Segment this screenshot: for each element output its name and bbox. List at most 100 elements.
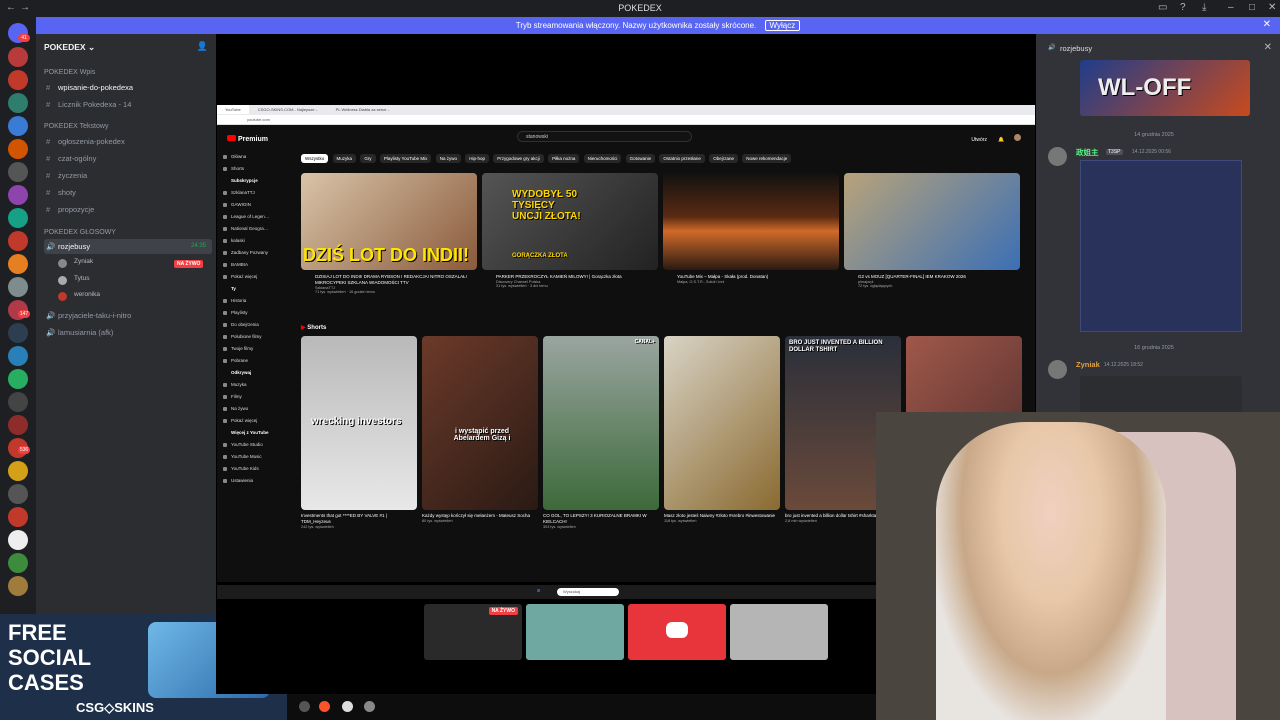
nav-sub-item[interactable]: kalaski [221,235,291,247]
video-card[interactable]: YouTube Mix – Małpa - Skała (prod. Donat… [663,173,839,284]
server-icon[interactable] [8,553,28,573]
voice-channel-item[interactable]: 🔊 przyjaciele-taku-i-nitro [44,308,212,323]
server-icon[interactable] [8,254,28,274]
youtube-logo[interactable]: Premium [227,135,268,143]
disable-streamer-mode-button[interactable]: Wyłącz [764,20,801,31]
close-window-icon[interactable]: ✕ [1268,2,1276,13]
video-card[interactable]: DZIŚ LOT DO INDII! DZISIAJ LOT DO INDII!… [301,173,477,294]
stream-tile[interactable] [526,604,624,660]
stream-tile[interactable]: NA ŻYWO [424,604,522,660]
server-icon[interactable] [8,116,28,136]
channel-item[interactable]: # życzenia [44,168,212,183]
voice-user[interactable]: Zyniak [58,258,93,268]
video-card[interactable]: WYDOBYŁ 50 TYSIĘCY UNCJI ZŁOTA! GORĄCZKA… [482,173,658,288]
voice-user[interactable]: weronika [58,291,100,301]
voice-channel-item[interactable]: 🔊 lamusiarnia (afk) [44,325,212,340]
video-channel[interactable]: Małpa, O.S.T.R., Sokół i inni [663,280,839,284]
server-icon[interactable] [8,323,28,343]
chip[interactable]: Przygodowe gry akcji [493,154,544,163]
stream-tile[interactable] [628,604,726,660]
short-thumbnail[interactable] [664,336,780,510]
nav-more-item[interactable]: YouTube Kids [221,463,291,475]
server-icon[interactable] [8,484,28,504]
download-icon[interactable]: ⤓ [1202,2,1206,13]
nav-sub-item[interactable]: GAWIGIN [221,199,291,211]
chip[interactable]: Muzyka [332,154,357,163]
browser-tab[interactable]: PL Wellness Diabła za serce… [328,105,399,114]
short-title[interactable]: CO GOL, TO LEPSZY! 3 KURIOZALNE BRAMKI W… [543,513,659,525]
nav-section-label[interactable]: Ty [221,283,291,295]
nav-sub-item[interactable]: National Geogra… [221,223,291,235]
windows-start-icon[interactable]: ⊞ [537,588,540,593]
nav-more-item[interactable]: YouTube Music [221,451,291,463]
voice-channel-item[interactable]: 🔊 rozjebusy 24:35 [44,239,212,254]
channel-item[interactable]: # wpisanie-do-pokedexa [44,80,212,95]
chip[interactable]: Nieruchomości [583,154,622,163]
app-icon[interactable] [299,701,310,712]
nav-more-item[interactable]: YouTube Studio [221,439,291,451]
nav-settings[interactable]: Ustawienia [221,475,291,487]
browser-tab[interactable]: YouTube [217,105,249,114]
nav-section-label[interactable]: Więcej z YouTube [221,427,291,439]
avatar[interactable] [1048,147,1067,166]
chip[interactable]: Wszystko [301,154,329,163]
channel-item[interactable]: # Licznik Pokedexa - 14 [44,97,212,112]
server-icon[interactable] [8,47,28,67]
chip[interactable]: Gotowanie [625,154,656,163]
inbox-icon[interactable]: ▭ [1158,2,1167,13]
short-card[interactable]: i wystąpić przed Abelardem Gizą i Każdy … [422,336,538,523]
maximize-icon[interactable]: □ [1249,2,1255,13]
server-icon[interactable] [8,507,28,527]
chip[interactable]: Ostatnio przesłane [659,154,705,163]
server-icon[interactable] [8,162,28,182]
avatar[interactable] [1048,360,1067,379]
nav-you-item[interactable]: Polubione filmy [221,331,291,343]
short-thumbnail[interactable]: CANAL+ [543,336,659,510]
nav-explore-item[interactable]: Muzyka [221,379,291,391]
settings-icon[interactable] [364,701,375,712]
brave-icon[interactable] [319,701,330,712]
server-icon[interactable] [8,461,28,481]
short-card[interactable]: wrecking investors Investments that got … [301,336,417,529]
nav-shorts[interactable]: Shorts [221,163,291,175]
bell-icon[interactable]: 🔔 [998,137,1004,143]
close-chat-icon[interactable]: ✕ [1264,42,1272,53]
youtube-search-input[interactable]: stanowski [517,131,692,142]
video-thumbnail[interactable]: WYDOBYŁ 50 TYSIĘCY UNCJI ZŁOTA! GORĄCZKA… [482,173,658,270]
chat-image[interactable]: WL-OFF [1080,60,1250,116]
avatar[interactable] [1014,134,1021,141]
chat-image-attachment[interactable] [1080,160,1242,332]
server-icon[interactable] [8,231,28,251]
nav-sub-item[interactable]: SzklanaTTJ [221,187,291,199]
create-button[interactable]: Utwórz [971,137,987,143]
channel-item[interactable]: # propozycje [44,202,212,217]
server-icon[interactable] [8,277,28,297]
nav-sub-item[interactable]: BAMBIA [221,259,291,271]
video-title[interactable]: DZISIAJ LOT DO INDII! DRAMA RYBSON I RED… [301,274,477,286]
nav-you-item[interactable]: Twoje filmy [221,343,291,355]
channel-item[interactable]: # ogłoszenia-pokedex [44,134,212,149]
server-icon[interactable] [8,185,28,205]
nav-section-label[interactable]: Subskrypcje [221,175,291,187]
chat-embed[interactable] [1080,376,1242,412]
nav-explore-item[interactable]: Pokaż więcej [221,415,291,427]
message-author[interactable]: 政姐主 [1076,147,1099,158]
short-title[interactable]: Investments that got ****ED BY VALVE #1 … [301,513,417,525]
close-banner-icon[interactable]: ✕ [1263,19,1271,30]
nav-you-item[interactable]: Playlisty [221,307,291,319]
message-author[interactable]: Zyniak [1076,360,1100,369]
voice-user[interactable]: Tytus [58,275,90,285]
address-bar[interactable]: youtube.com [217,115,1035,125]
app-icon[interactable] [342,701,353,712]
short-thumbnail[interactable]: i wystąpić przed Abelardem Gizą i [422,336,538,510]
chip[interactable]: Obejrzane [709,154,738,163]
server-icon[interactable] [8,70,28,90]
nav-you-item[interactable]: Pobrane [221,355,291,367]
server-icon[interactable] [8,392,28,412]
stream-tile[interactable] [730,604,828,660]
server-name[interactable]: POKEDEX ⌄ [44,42,95,53]
short-card[interactable]: CANAL+ CO GOL, TO LEPSZY! 3 KURIOZALNE B… [543,336,659,529]
nav-explore-item[interactable]: Filmy [221,391,291,403]
nav-section-label[interactable]: Odkrywaj [221,367,291,379]
nav-you-item[interactable]: Do obejrzenia [221,319,291,331]
